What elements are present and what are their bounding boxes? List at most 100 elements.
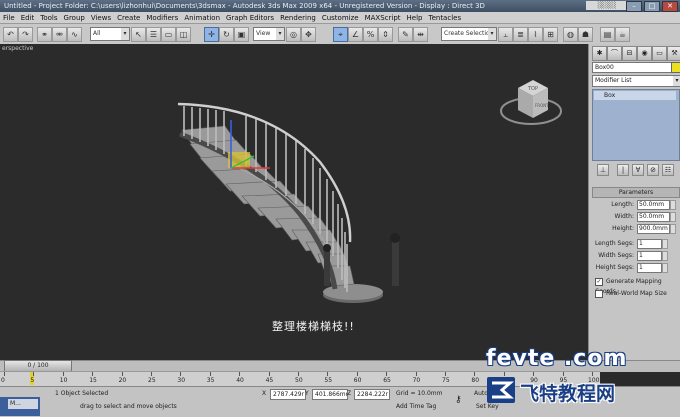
menu-edit[interactable]: Edit — [18, 14, 38, 22]
stack-item-box[interactable]: Box — [594, 91, 676, 100]
menu-tentacles[interactable]: Tentacles — [425, 14, 464, 22]
parameters-rollout-header[interactable]: Parameters — [592, 187, 680, 198]
timeline-tick-label: 40 — [236, 377, 244, 384]
length-input[interactable]: 50.0mm — [637, 200, 670, 210]
spinner-snap-icon[interactable]: ⇕ — [378, 27, 393, 42]
length-spinner[interactable] — [670, 200, 676, 210]
timeline-tick-label: 50 — [295, 377, 303, 384]
unlink-icon[interactable]: ⚮ — [52, 27, 67, 42]
coord-x-field[interactable]: 2787.429r — [270, 389, 306, 400]
window-crossing-icon[interactable]: ◫ — [176, 27, 191, 42]
menu-graph-editors[interactable]: Graph Editors — [223, 14, 277, 22]
add-time-tag-button[interactable]: Add Time Tag — [396, 402, 436, 411]
coord-z-field[interactable]: 2284.222r — [354, 389, 390, 400]
pivot-center-icon[interactable]: ◎ — [286, 27, 301, 42]
viewport-label[interactable]: erspective — [2, 45, 33, 52]
menu-rendering[interactable]: Rendering — [277, 14, 319, 22]
gen-mapping-checkbox[interactable]: ✓ Generate Mapping Coords. — [595, 277, 680, 295]
window-controls: – □ ✕ — [626, 1, 678, 12]
menu-animation[interactable]: Animation — [181, 14, 223, 22]
select-move-icon[interactable]: ✛ — [204, 27, 219, 42]
param-width-segs: Width Segs: 1 — [592, 251, 678, 261]
render-frame-icon[interactable]: ▤ — [600, 27, 615, 42]
height-segs-input[interactable]: 1 — [637, 263, 662, 273]
taskbar-button[interactable]: M... — [8, 399, 38, 409]
redo-icon[interactable]: ↷ — [18, 27, 33, 42]
height-segs-spinner[interactable] — [662, 263, 668, 273]
object-color-swatch[interactable] — [671, 62, 680, 73]
layer-manager-icon[interactable]: ≣ — [513, 27, 528, 42]
show-end-result-icon[interactable]: | — [617, 164, 629, 176]
pin-stack-icon[interactable]: ⊥ — [597, 164, 609, 176]
schematic-view-icon[interactable]: ⊞ — [543, 27, 558, 42]
rect-selection-icon[interactable]: ▭ — [161, 27, 176, 42]
width-spinner[interactable] — [670, 212, 676, 222]
configure-sets-icon[interactable]: ☷ — [662, 164, 674, 176]
menu-file[interactable]: File — [0, 14, 18, 22]
modifier-list-select[interactable]: Modifier List ▾ — [592, 75, 680, 87]
length-segs-spinner[interactable] — [662, 239, 668, 249]
motion-tab-icon[interactable]: ◉ — [637, 46, 652, 61]
menu-help[interactable]: Help — [404, 14, 426, 22]
named-selection-set-select[interactable]: Create Selection Se▾ — [441, 27, 497, 41]
param-length: Length: 50.0mm — [592, 200, 678, 210]
coord-y-field[interactable]: 401.866mm — [312, 389, 348, 400]
render-setup-icon[interactable]: ☗ — [578, 27, 593, 42]
menu-group[interactable]: Group — [61, 14, 88, 22]
modify-tab-icon[interactable]: ⌒ — [607, 46, 622, 61]
angle-snap-icon[interactable]: ∠ — [348, 27, 363, 42]
snap-toggle-icon[interactable]: ⌖ — [333, 27, 348, 42]
timeline-tick — [592, 372, 593, 376]
create-tab-icon[interactable]: ✱ — [592, 46, 607, 61]
menu-tools[interactable]: Tools — [37, 14, 60, 22]
select-link-icon[interactable]: ⚭ — [37, 27, 52, 42]
select-rotate-icon[interactable]: ↻ — [219, 27, 234, 42]
bind-space-warp-icon[interactable]: ∿ — [67, 27, 82, 42]
timeline-tick — [4, 372, 5, 376]
width-segs-input[interactable]: 1 — [637, 251, 662, 261]
real-world-checkbox[interactable]: Real-World Map Size — [595, 289, 680, 299]
timeline-tick — [92, 372, 94, 376]
ref-coord-select[interactable]: View ▾ — [253, 27, 285, 41]
menu-customize[interactable]: Customize — [319, 14, 362, 22]
timeline-tick-label: 10 — [59, 377, 68, 384]
key-icon[interactable]: ⚷ — [455, 396, 462, 405]
quick-render-icon[interactable]: ☕ — [615, 27, 630, 42]
perspective-viewport[interactable]: TOP FRONT — [0, 44, 588, 360]
width-input[interactable]: 50.0mm — [637, 212, 670, 222]
remove-modifier-icon[interactable]: ⊘ — [647, 164, 659, 176]
hierarchy-tab-icon[interactable]: ⊟ — [622, 46, 637, 61]
menu-modifiers[interactable]: Modifiers — [143, 14, 181, 22]
curve-editor-icon[interactable]: ⌇ — [528, 27, 543, 42]
selection-filter-select[interactable]: All ▾ — [90, 27, 130, 41]
edit-named-sel-icon[interactable]: ✎ — [398, 27, 413, 42]
param-length-segs: Length Segs: 1 — [592, 239, 678, 249]
width-segs-spinner[interactable] — [662, 251, 668, 261]
display-tab-icon[interactable]: ▭ — [652, 46, 667, 61]
undo-icon[interactable]: ↶ — [3, 27, 18, 42]
manipulate-icon[interactable]: ✥ — [301, 27, 316, 42]
select-by-name-icon[interactable]: ☰ — [146, 27, 161, 42]
height-input[interactable]: 900.0mm — [637, 224, 670, 234]
make-unique-icon[interactable]: ∀ — [632, 164, 644, 176]
align-icon[interactable]: ⫠ — [498, 27, 513, 42]
menu-maxscript[interactable]: MAXScript — [362, 14, 404, 22]
mirror-icon[interactable]: ⇹ — [413, 27, 428, 42]
stair-base-disc-top — [323, 284, 383, 300]
timeline-tick — [209, 372, 211, 376]
param-height: Height: 900.0mm — [592, 224, 678, 234]
minimize-icon[interactable]: – — [626, 1, 642, 12]
close-icon[interactable]: ✕ — [662, 1, 678, 12]
menu-views[interactable]: Views — [88, 14, 114, 22]
select-object-icon[interactable]: ↖ — [131, 27, 146, 42]
object-name-field[interactable]: Box00 — [592, 62, 672, 73]
maximize-icon[interactable]: □ — [644, 1, 660, 12]
menu-create[interactable]: Create — [114, 14, 143, 22]
percent-snap-icon[interactable]: % — [363, 27, 378, 42]
select-scale-icon[interactable]: ▣ — [234, 27, 249, 42]
material-editor-icon[interactable]: ◍ — [563, 27, 578, 42]
height-spinner[interactable] — [670, 224, 676, 234]
length-segs-input[interactable]: 1 — [637, 239, 662, 249]
utilities-tab-icon[interactable]: ⚒ — [667, 46, 680, 61]
coord-y-label: Y — [305, 390, 309, 397]
